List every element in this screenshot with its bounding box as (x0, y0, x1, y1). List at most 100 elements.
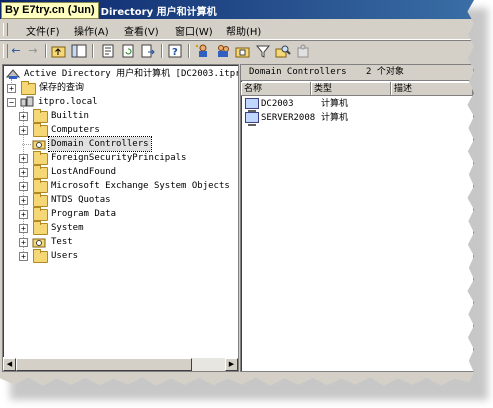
folder-icon (21, 81, 36, 95)
list-item[interactable]: DC2003 计算机 (245, 97, 465, 112)
tree-item-builtin[interactable]: + Builtin (17, 109, 237, 123)
tree-label: ForeignSecurityPrincipals (51, 153, 187, 163)
folder-icon (33, 207, 48, 221)
scroll-right-icon[interactable]: ▶ (225, 358, 238, 371)
menu-grip (3, 23, 8, 36)
expand-icon[interactable]: + (7, 84, 16, 93)
filter-icon[interactable] (255, 43, 271, 59)
expand-icon[interactable]: + (19, 238, 28, 247)
menu-window[interactable]: 窗口(W) (175, 23, 213, 38)
new-user-icon[interactable] (195, 43, 211, 59)
computer-icon (245, 98, 259, 112)
expand-icon[interactable]: + (19, 168, 28, 177)
tree-horizontal-scrollbar[interactable]: ◀ ▶ (3, 357, 238, 371)
expand-icon[interactable]: + (19, 252, 28, 261)
tree-label: Builtin (51, 111, 89, 121)
export-list-icon[interactable] (140, 43, 156, 59)
scrollbar-thumb[interactable] (16, 358, 192, 371)
toolbar-separator (188, 44, 190, 58)
detail-header-title: Domain Controllers (249, 67, 347, 77)
tree-item-saved-queries[interactable]: + 保存的查询 (5, 81, 235, 95)
tree-root[interactable]: Active Directory 用户和计算机 [DC2003.itpro.lo… (5, 67, 238, 81)
tree-item-lost-and-found[interactable]: + LostAndFound (17, 165, 237, 179)
tree-label: LostAndFound (51, 167, 117, 177)
menu-view[interactable]: 查看(V) (124, 23, 159, 38)
list-item-name: SERVER2008 (261, 113, 316, 123)
expand-icon[interactable]: + (19, 196, 28, 205)
show-tree-icon[interactable] (71, 43, 87, 59)
tree-item-system[interactable]: + System (17, 221, 237, 235)
watermark-badge: By E7try.cn (Jun) (1, 2, 99, 19)
menu-action[interactable]: 操作(A) (74, 23, 109, 38)
menu-bar: 文件(F) 操作(A) 查看(V) 窗口(W) 帮助(H) (0, 20, 474, 40)
toolbar-separator (161, 44, 163, 58)
tree-item-domain-controllers[interactable]: Domain Controllers (17, 136, 237, 152)
menu-file[interactable]: 文件(F) (26, 23, 60, 38)
column-header-type[interactable]: 类型 (311, 82, 391, 96)
menu-help[interactable]: 帮助(H) (226, 23, 261, 38)
list-item[interactable]: SERVER2008 计算机 (245, 111, 465, 126)
folder-icon (33, 193, 48, 207)
tree-label: Domain Controllers (48, 136, 152, 152)
forward-arrow-icon[interactable]: → (25, 43, 41, 59)
new-ou-icon[interactable] (235, 43, 251, 59)
tree-item-test[interactable]: + Test (17, 235, 237, 249)
tree-label: Test (51, 237, 73, 247)
refresh-icon[interactable] (120, 43, 136, 59)
folder-icon (33, 109, 48, 123)
expand-icon[interactable]: + (19, 154, 28, 163)
folder-icon (33, 165, 48, 179)
toolbar: ← → ? (0, 40, 474, 62)
properties-icon[interactable] (100, 43, 116, 59)
tree-label: NTDS Quotas (51, 195, 111, 205)
tree-item-users[interactable]: + Users (17, 249, 237, 263)
folder-icon (33, 151, 48, 165)
detail-header-count: 2 个对象 (366, 67, 404, 77)
list-item-name: DC2003 (261, 99, 294, 109)
tree-root-label: Active Directory 用户和计算机 [DC2003.itpro.lo… (24, 69, 238, 79)
collapse-icon[interactable]: − (7, 98, 16, 107)
mmc-window: Active Directory 用户和计算机 文件(F) 操作(A) 查看(V… (0, 0, 474, 386)
add-to-group-icon[interactable] (295, 43, 311, 59)
tree-connector (22, 144, 31, 145)
expand-icon[interactable]: + (19, 182, 28, 191)
detail-pane[interactable]: Domain Controllers 2 个对象 名称 类型 描述 DC2003… (240, 64, 474, 372)
tree-item-program-data[interactable]: + Program Data (17, 207, 237, 221)
tree-item-ntds-quotas[interactable]: + NTDS Quotas (17, 193, 237, 207)
expand-icon[interactable]: + (19, 126, 28, 135)
tree-pane[interactable]: Active Directory 用户和计算机 [DC2003.itpro.lo… (2, 64, 239, 372)
toolbar-separator (92, 44, 94, 58)
folder-icon (33, 123, 48, 137)
tree-item-computers[interactable]: + Computers (17, 123, 237, 137)
toolbar-separator (45, 44, 47, 58)
find-icon[interactable] (275, 43, 291, 59)
folder-icon (33, 179, 48, 193)
folder-icon (33, 249, 48, 263)
expand-icon[interactable]: + (19, 112, 28, 121)
scroll-left-icon[interactable]: ◀ (3, 358, 16, 371)
column-header-name[interactable]: 名称 (241, 82, 311, 96)
tree-label: System (51, 223, 84, 233)
svg-text:?: ? (172, 47, 178, 58)
tree-label: Computers (51, 125, 100, 135)
tree-label: 保存的查询 (39, 83, 85, 93)
new-group-icon[interactable] (215, 43, 231, 59)
tree-label: Users (51, 251, 79, 261)
column-header-description[interactable]: 描述 (391, 82, 473, 96)
up-folder-icon[interactable] (51, 43, 67, 59)
list-item-type: 计算机 (321, 99, 349, 109)
tree-label: Microsoft Exchange System Objects (51, 181, 230, 191)
tree-label: itpro.local (38, 97, 98, 107)
tree-item-exchange-system-objects[interactable]: + Microsoft Exchange System Objects (17, 179, 237, 193)
tree-label: Program Data (51, 209, 117, 219)
computer-icon (245, 112, 259, 126)
back-arrow-icon[interactable]: ← (8, 43, 24, 59)
help-icon[interactable]: ? (167, 43, 183, 59)
list-item-type: 计算机 (321, 113, 349, 123)
tree-item-domain[interactable]: − itpro.local (5, 95, 235, 109)
tree-item-foreign-security-principals[interactable]: + ForeignSecurityPrincipals (17, 151, 237, 165)
expand-icon[interactable]: + (19, 224, 28, 233)
detail-header: Domain Controllers 2 个对象 (241, 65, 473, 81)
expand-icon[interactable]: + (19, 210, 28, 219)
folder-icon (33, 221, 48, 235)
